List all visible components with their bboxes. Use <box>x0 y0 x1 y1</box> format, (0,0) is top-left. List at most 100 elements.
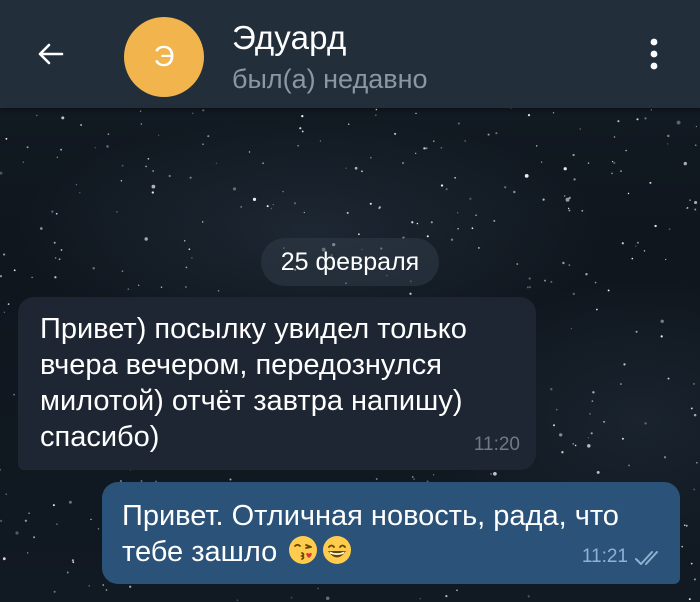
star <box>685 524 688 527</box>
star <box>185 286 187 288</box>
star <box>147 157 150 160</box>
chat-title[interactable]: Эдуард был(а) недавно <box>232 18 428 96</box>
star <box>413 478 415 480</box>
star <box>440 184 444 187</box>
star <box>683 524 686 526</box>
star <box>528 286 532 289</box>
star <box>478 247 480 249</box>
star <box>102 584 105 586</box>
star <box>232 187 237 191</box>
star <box>3 311 5 313</box>
star <box>563 195 566 197</box>
star <box>94 147 96 149</box>
star <box>613 136 616 138</box>
star <box>202 109 205 112</box>
star <box>572 292 575 296</box>
message-text: Привет) посылку увидел только вчера вече… <box>40 313 467 453</box>
star <box>524 174 529 178</box>
star <box>419 598 421 600</box>
star <box>58 258 61 261</box>
star <box>536 145 538 147</box>
message-time: 11:21 <box>581 546 628 567</box>
star <box>643 250 646 252</box>
star <box>202 143 204 146</box>
star <box>158 134 160 136</box>
star <box>587 437 590 439</box>
star <box>129 585 132 588</box>
star <box>151 191 154 194</box>
arrow-left-icon <box>38 43 64 65</box>
star <box>649 181 652 184</box>
star <box>127 288 130 290</box>
star <box>415 112 417 115</box>
star <box>510 108 512 109</box>
star <box>469 197 472 200</box>
star <box>625 149 627 152</box>
star <box>293 202 297 205</box>
star <box>151 184 156 189</box>
star <box>495 132 498 135</box>
star <box>54 276 57 279</box>
star <box>688 598 691 601</box>
star <box>354 166 358 170</box>
star <box>72 561 75 564</box>
avatar-letter: Э <box>153 40 175 73</box>
star <box>22 161 25 163</box>
star <box>145 165 147 168</box>
contact-name: Эдуард <box>232 19 347 56</box>
incoming-message[interactable]: Привет) посылку увидел только вчера вече… <box>18 297 536 470</box>
star <box>39 227 43 230</box>
star <box>168 174 171 178</box>
star <box>325 596 330 601</box>
star <box>572 153 575 157</box>
star <box>53 241 56 244</box>
star <box>696 461 698 464</box>
star <box>92 267 95 270</box>
star <box>51 210 54 213</box>
star <box>667 134 670 138</box>
star <box>590 432 593 435</box>
star <box>229 478 232 481</box>
star <box>621 242 624 245</box>
star <box>88 585 90 587</box>
star <box>189 176 192 179</box>
star <box>33 536 36 539</box>
star <box>369 202 372 205</box>
star <box>426 235 429 238</box>
star <box>79 191 81 194</box>
star <box>24 519 28 522</box>
star <box>425 147 428 150</box>
star <box>563 167 567 171</box>
star <box>527 595 530 598</box>
star <box>620 383 622 385</box>
star <box>53 590 56 593</box>
star <box>667 377 670 380</box>
grinning-face-emoji <box>323 536 352 564</box>
star <box>60 249 63 251</box>
star <box>685 207 688 209</box>
star <box>527 114 531 117</box>
star <box>572 443 575 445</box>
star <box>56 523 58 525</box>
avatar[interactable]: Э <box>124 17 204 97</box>
star <box>160 286 163 288</box>
star <box>607 289 610 292</box>
star <box>526 286 529 289</box>
star <box>138 284 140 286</box>
outgoing-message[interactable]: Привет. Отличная новость, рада, что тебе… <box>102 482 680 584</box>
star <box>240 205 243 208</box>
star <box>106 145 109 148</box>
star <box>55 212 58 215</box>
menu-button[interactable] <box>632 30 676 78</box>
star <box>15 531 19 535</box>
star <box>562 261 565 265</box>
star <box>192 112 194 114</box>
star <box>690 407 693 410</box>
star <box>573 178 576 181</box>
back-button[interactable] <box>28 32 72 76</box>
star <box>596 470 600 474</box>
star <box>52 504 55 507</box>
star <box>456 212 459 214</box>
chat-screen: Э Эдуард был(а) недавно 25 февраля Приве… <box>0 0 700 602</box>
star <box>471 227 474 230</box>
